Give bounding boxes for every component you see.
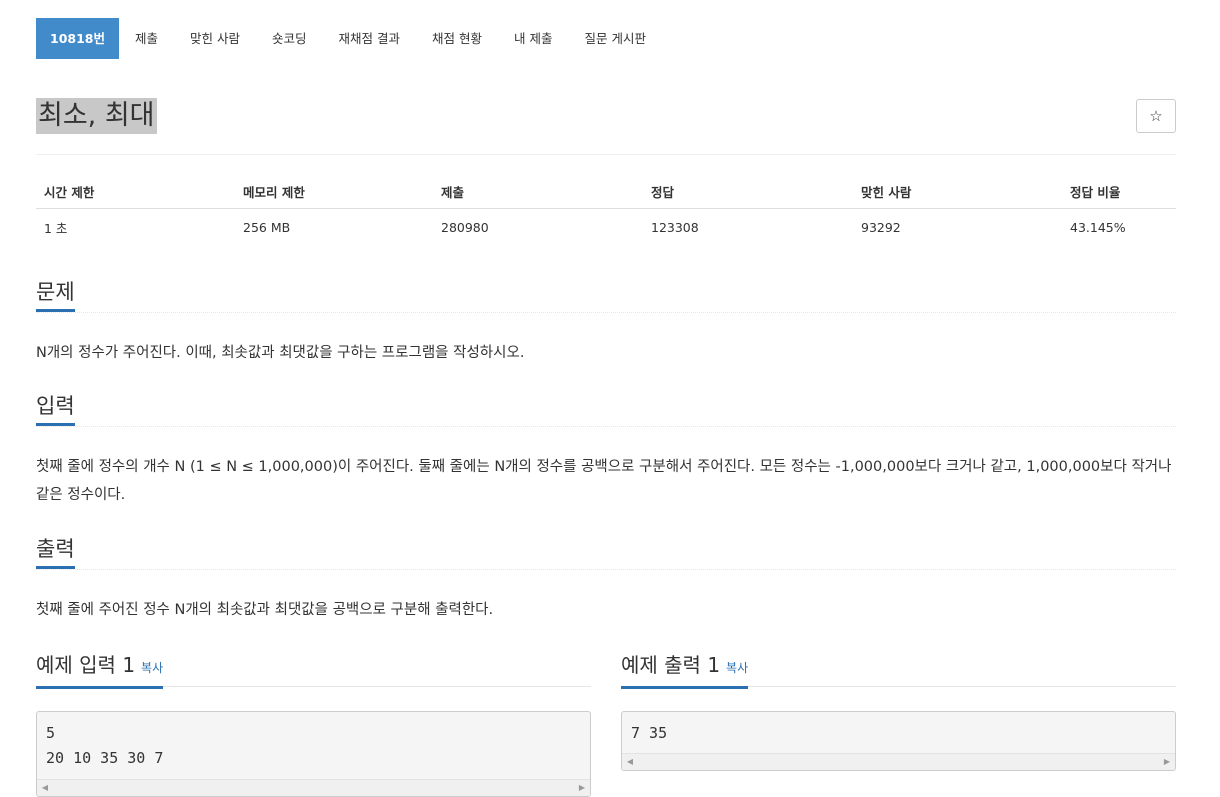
value-memory-limit: 256 MB <box>243 219 291 235</box>
table-row: 1 초 256 MB 280980 123308 93292 43.145% <box>36 209 1176 246</box>
tab-question-board[interactable]: 질문 게시판 <box>568 18 661 59</box>
tab-problem-number[interactable]: 10818번 <box>36 18 119 59</box>
header-solved-users: 맞힌 사람 <box>853 174 1062 209</box>
tab-submit[interactable]: 제출 <box>119 18 174 59</box>
section-heading-output: 출력 <box>36 534 75 569</box>
title-row: 최소, 최대 ☆ <box>36 98 1176 155</box>
value-submissions: 280980 <box>441 219 489 235</box>
favorite-button[interactable]: ☆ <box>1136 99 1176 133</box>
sample-input-content: 5 20 10 35 30 7 <box>46 724 164 767</box>
page-title: 최소, 최대 <box>36 98 157 134</box>
sample-input-heading: 예제 입력 1 <box>36 653 136 677</box>
value-accept-ratio: 43.145% <box>1070 219 1126 235</box>
output-description-text: 첫째 줄에 주어진 정수 N개의 최솟값과 최댓값을 공백으로 구분해 출력한다… <box>36 602 494 618</box>
header-accepted: 정답 <box>643 174 853 209</box>
section-heading-problem: 문제 <box>36 277 75 312</box>
tab-rejudge-results[interactable]: 재채점 결과 <box>323 18 416 59</box>
value-time-limit: 1 초 <box>44 220 68 236</box>
tab-short-coding[interactable]: 숏코딩 <box>256 18 323 59</box>
sample-output-content: 7 35 <box>631 724 668 742</box>
input-section-header: 입력 <box>36 391 1176 427</box>
header-submissions: 제출 <box>433 174 643 209</box>
problem-description-text: N개의 정수가 주어진다. 이때, 최솟값과 최댓값을 구하는 프로그램을 작성… <box>36 345 525 361</box>
header-memory-limit: 메모리 제한 <box>235 174 433 209</box>
value-solved-users: 93292 <box>861 219 901 235</box>
output-section-header: 출력 <box>36 534 1176 570</box>
copy-sample-input-button[interactable]: 복사 <box>141 661 163 675</box>
scroll-right-icon[interactable]: ▶ <box>1159 754 1175 770</box>
tab-judge-status[interactable]: 채점 현황 <box>416 18 498 59</box>
table-header-row: 시간 제한 메모리 제한 제출 정답 맞힌 사람 정답 비율 <box>36 174 1176 209</box>
sample-output-scrollbar[interactable]: ◀ ▶ <box>622 753 1175 770</box>
sample-output-heading: 예제 출력 1 <box>621 653 721 677</box>
scroll-left-icon[interactable]: ◀ <box>37 780 53 796</box>
header-time-limit: 시간 제한 <box>36 174 235 209</box>
sample-output-heading-wrap: 예제 출력 1 복사 <box>621 650 749 689</box>
scroll-left-icon[interactable]: ◀ <box>622 754 638 770</box>
tab-solved-users[interactable]: 맞힌 사람 <box>174 18 256 59</box>
problem-info-table: 시간 제한 메모리 제한 제출 정답 맞힌 사람 정답 비율 1 초 256 M… <box>36 174 1176 245</box>
problem-page: 10818번 제출 맞힌 사람 숏코딩 재채점 결과 채점 현황 내 제출 질문… <box>0 0 1220 797</box>
sample-output-header: 예제 출력 1 복사 <box>621 650 1176 689</box>
problem-description-header: 문제 <box>36 277 1176 313</box>
header-accept-ratio: 정답 비율 <box>1062 174 1176 209</box>
sample-output-box: 7 35 ◀ ▶ <box>621 711 1176 771</box>
sample-input-heading-wrap: 예제 입력 1 복사 <box>36 650 164 689</box>
tab-my-submissions[interactable]: 내 제출 <box>498 18 568 59</box>
scroll-right-icon[interactable]: ▶ <box>574 780 590 796</box>
section-heading-input: 입력 <box>36 391 75 426</box>
input-description-text: 첫째 줄에 정수의 개수 N (1 ≤ N ≤ 1,000,000)이 주어진다… <box>36 459 1172 503</box>
problem-nav: 10818번 제출 맞힌 사람 숏코딩 재채점 결과 채점 현황 내 제출 질문… <box>36 18 662 59</box>
sample-input-header: 예제 입력 1 복사 <box>36 650 591 689</box>
star-icon: ☆ <box>1149 107 1163 125</box>
sample-input-box: 5 20 10 35 30 7 ◀ ▶ <box>36 711 591 797</box>
value-accepted: 123308 <box>651 219 699 235</box>
copy-sample-output-button[interactable]: 복사 <box>726 661 748 675</box>
sample-input-scrollbar[interactable]: ◀ ▶ <box>37 779 590 796</box>
